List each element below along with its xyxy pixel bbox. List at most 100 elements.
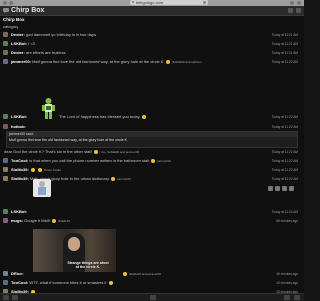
like-icon[interactable] (268, 186, 273, 191)
message-user[interactable]: mugs: (11, 218, 23, 223)
message-user[interactable]: SloMo39: (11, 167, 29, 172)
chat-message: TooCool: WTF, what if someone bites it o… (2, 279, 302, 286)
back-icon[interactable] (3, 1, 7, 5)
avatar[interactable] (3, 32, 8, 37)
avatar[interactable] (3, 209, 8, 214)
message-user[interactable]: LSKBot: (11, 114, 27, 119)
message-user[interactable]: jammer00: (11, 59, 31, 64)
smile-emoji-icon (30, 167, 35, 172)
message-time: Today at 11:22 AM (271, 168, 298, 172)
address-bar[interactable]: telegoingo.com (130, 0, 208, 5)
avatar[interactable] (3, 124, 8, 129)
message-user[interactable]: LSKBot: (11, 41, 27, 46)
reaction-users[interactable]: SloMo15 (58, 219, 70, 223)
message-time: Today at 11:22 AM (271, 177, 298, 181)
message-user[interactable]: TooCool: (11, 280, 28, 285)
chat-message: Dexter: god dammmit yo birthday is in tw… (2, 31, 302, 38)
caption-line: at the circle K. (75, 265, 101, 269)
message-user[interactable]: Dexter: (11, 50, 25, 55)
avatar[interactable] (3, 59, 8, 64)
smile-emoji-icon (141, 114, 146, 119)
chat-message: dear God the circle K? That's slo in the… (2, 148, 302, 155)
message-user[interactable]: TooCool: (11, 158, 28, 163)
forward-icon[interactable] (12, 295, 18, 300)
share-icon[interactable] (290, 1, 294, 5)
smile-emoji-icon (108, 280, 113, 285)
avatar[interactable] (3, 176, 8, 181)
avatar[interactable] (3, 218, 8, 223)
message-time: 43 minutes ago (276, 281, 298, 285)
chat-message: hotbob: Today at 11:22 AM (2, 123, 302, 130)
chat-message: Dexter: are efforts are fruitless Today … (2, 49, 302, 56)
message-text: Google it Mstf! (24, 218, 50, 223)
message-time: Today at 11:22 AM (271, 60, 298, 64)
message-text: WTF, what if someone bites it or smashes… (29, 280, 107, 285)
movie-still-image[interactable]: Strange things are afoot at the circle K… (33, 229, 116, 272)
quote-body: Mstf gonna find love the old fashioned w… (9, 138, 127, 142)
address-text: telegoingo.com (136, 0, 164, 5)
chat-message: TooCool: is that when you call the phone… (2, 157, 302, 164)
avatar[interactable] (3, 50, 8, 55)
avatar[interactable] (3, 114, 8, 119)
message-text: The Lord of happiness has blessed you to… (59, 114, 140, 119)
message-time: Today at 11:22 AM (271, 125, 298, 129)
reaction-users[interactable]: jammer00 (157, 159, 170, 163)
message-time: Today at 11:21 AM (271, 42, 298, 46)
sticker-image (33, 179, 51, 197)
message-user[interactable]: hotbob: (11, 124, 26, 129)
reaction-users[interactable]: Ninon Tudits (44, 168, 61, 172)
tabs-icon[interactable] (294, 295, 300, 300)
settings-icon[interactable] (288, 8, 293, 13)
message-time: Today at 11:22 AM (271, 150, 298, 154)
green-figure-image (42, 98, 55, 119)
delete-icon[interactable] (289, 186, 294, 191)
message-user[interactable]: Dexter: (11, 32, 25, 37)
chat-message: mugs: Google it Mstf! SloMo15 68 minutes… (2, 217, 302, 224)
reaction-users[interactable]: SloMo00 and jammer00 (129, 272, 161, 276)
chat-bubble-icon (3, 8, 9, 13)
smile-emoji-icon (165, 59, 170, 64)
avatar[interactable] (3, 271, 8, 276)
message-time: Today at 11:21 AM (271, 51, 298, 55)
smile-emoji-icon (111, 176, 116, 181)
message-text: I <3 (28, 41, 35, 46)
lock-icon (132, 1, 134, 3)
message-user[interactable]: SloMo39: (11, 176, 29, 181)
smile-emoji-icon (123, 271, 127, 276)
avatar[interactable] (3, 158, 8, 163)
smile-emoji-icon (151, 158, 156, 163)
forward-icon[interactable] (9, 1, 13, 5)
smile-emoji-icon (38, 167, 43, 172)
edit-icon[interactable] (282, 186, 287, 191)
quote-block: jammer00 said: Mstf gonna find love the … (6, 131, 298, 148)
chat-message: SloMo39: Ninon Tudits Today at 11:22 AM (2, 166, 302, 173)
menu-icon[interactable] (284, 295, 290, 300)
section-title: Chirp Box (3, 17, 25, 22)
reaction-users[interactable]: You, SoMal00 and jammer00 (101, 150, 140, 154)
back-icon[interactable] (3, 295, 9, 300)
avatar[interactable] (3, 167, 8, 172)
reload-icon[interactable] (203, 1, 206, 4)
reaction-users[interactable]: jammer00 (117, 177, 130, 181)
message-time: Today at 11:21 AM (271, 33, 298, 37)
page-title: Chirp Box (11, 7, 45, 14)
message-time: 46 minutes ago (276, 272, 298, 276)
dislike-icon[interactable] (275, 186, 280, 191)
smile-emoji-icon (94, 149, 99, 154)
tabs-icon[interactable] (297, 1, 301, 5)
chat-message: jammer00: Mstf gonna find love the old f… (2, 58, 302, 65)
home-icon[interactable] (150, 295, 156, 300)
message-user[interactable]: DRice: (11, 271, 24, 276)
message-text: Mstf gonna find love the old fashioned w… (32, 59, 164, 64)
avatar[interactable] (3, 41, 8, 46)
message-text: is that when you call the phone number w… (29, 158, 150, 163)
reaction-users[interactable]: (SoMal00 and sethcox (172, 60, 202, 64)
chat-message: LSKBot: I <3 Today at 11:21 AM (2, 40, 302, 47)
collapse-icon[interactable] (296, 8, 301, 13)
message-text: dear God the circle K? That's slo in the… (4, 149, 93, 154)
chat-message: LSKBot: Today at 11:24 AM (2, 208, 302, 215)
message-user[interactable]: LSKBot: (11, 209, 27, 214)
chirpbox-header: Chirp Box (0, 6, 304, 16)
avatar[interactable] (3, 280, 8, 285)
section-subtitle: category (3, 24, 19, 29)
